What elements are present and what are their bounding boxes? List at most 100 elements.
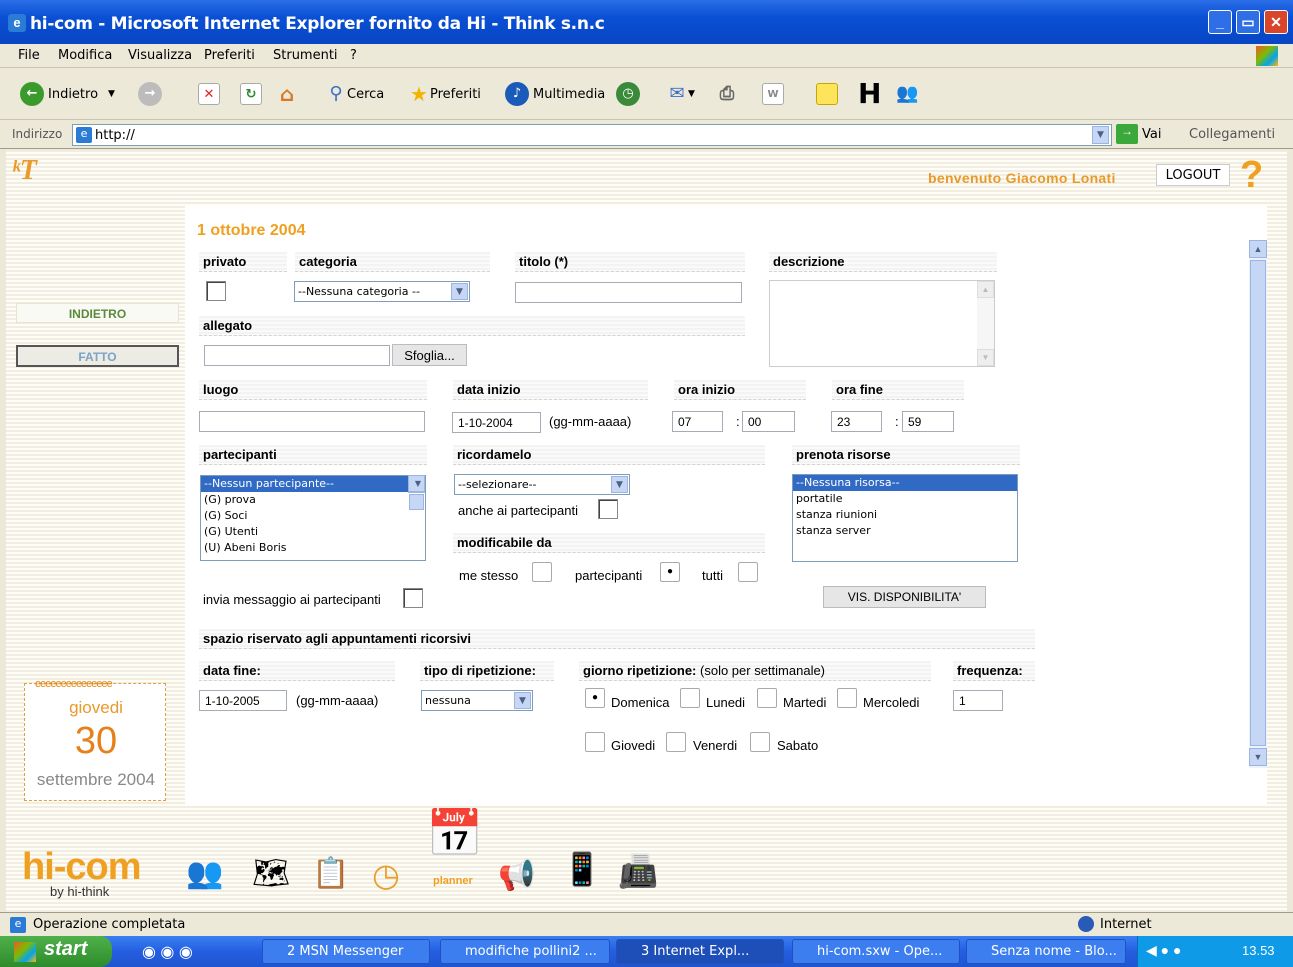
- planner-calendar-icon[interactable]: 📅: [426, 806, 488, 862]
- map-icon[interactable]: 🗺: [252, 856, 296, 896]
- search-button[interactable]: ⚲ Cerca: [325, 82, 384, 106]
- day-wednesday-radio[interactable]: [837, 688, 857, 708]
- maximize-button[interactable]: ▭: [1236, 10, 1260, 34]
- fax-icon[interactable]: 📠: [618, 852, 662, 896]
- home-button[interactable]: ⌂: [276, 82, 298, 106]
- go-arrow-icon[interactable]: →: [1116, 124, 1138, 144]
- go-label[interactable]: Vai: [1142, 127, 1161, 142]
- title-input[interactable]: [515, 282, 742, 303]
- private-checkbox[interactable]: [206, 281, 226, 301]
- attachment-input[interactable]: [204, 345, 390, 366]
- end-hour-input[interactable]: 23: [831, 411, 882, 432]
- address-dropdown-icon[interactable]: ▼: [1092, 126, 1109, 144]
- back-button[interactable]: ← Indietro ▼: [20, 82, 115, 106]
- media-button[interactable]: ♪ Multimedia: [505, 82, 605, 106]
- frequency-input[interactable]: 1: [953, 690, 1003, 711]
- megaphone-icon[interactable]: 📢: [498, 858, 542, 898]
- ie-icon: e: [8, 14, 26, 32]
- clock-icon[interactable]: ◷: [372, 856, 412, 896]
- list-item[interactable]: (G) prova: [201, 492, 425, 508]
- help-icon[interactable]: ?: [1240, 154, 1263, 197]
- minimize-button[interactable]: _: [1208, 10, 1232, 34]
- task-openoffice[interactable]: hi-com.sxw - Ope...: [792, 939, 960, 964]
- day-saturday-radio[interactable]: [750, 732, 770, 752]
- done-button[interactable]: FATTO: [16, 345, 179, 367]
- browse-button[interactable]: Sfoglia...: [392, 344, 467, 366]
- availability-button[interactable]: VIS. DISPONIBILITA': [823, 586, 986, 608]
- editable-self-radio[interactable]: [532, 562, 552, 582]
- day-tuesday-radio[interactable]: [757, 688, 777, 708]
- history-button[interactable]: ◷: [616, 82, 644, 106]
- place-input[interactable]: [199, 411, 425, 432]
- description-textarea[interactable]: ▲ ▼: [769, 280, 995, 367]
- scroll-thumb[interactable]: [409, 494, 424, 510]
- task-notepad[interactable]: Senza nome - Blo...: [966, 939, 1126, 964]
- menu-tools[interactable]: Strumenti: [273, 48, 338, 63]
- day-sunday-radio[interactable]: ●: [585, 688, 605, 708]
- favorites-button[interactable]: ★ Preferiti: [408, 82, 481, 106]
- mobile-phone-icon[interactable]: 📱: [562, 850, 602, 896]
- editable-participants-radio[interactable]: ●: [660, 562, 680, 582]
- category-select[interactable]: --Nessuna categoria -- ▼: [294, 281, 470, 302]
- private-label: privato: [199, 252, 287, 272]
- list-item[interactable]: --Nessuna risorsa--: [793, 475, 1017, 491]
- forward-button[interactable]: →: [138, 82, 166, 106]
- scroll-thumb[interactable]: [1250, 260, 1266, 746]
- messenger-button[interactable]: 👥: [896, 82, 918, 106]
- scroll-down-icon[interactable]: ▼: [1249, 748, 1267, 766]
- mail-button[interactable]: ✉ ▼: [666, 82, 694, 106]
- print-button[interactable]: ⎙: [716, 82, 738, 106]
- day-monday-radio[interactable]: [680, 688, 700, 708]
- list-item[interactable]: (G) Soci: [201, 508, 425, 524]
- list-item[interactable]: (U) Abeni Boris: [201, 540, 425, 556]
- logout-button[interactable]: LOGOUT: [1156, 164, 1230, 186]
- participants-list[interactable]: --Nessun partecipante-- (G) prova (G) So…: [200, 475, 426, 561]
- list-item[interactable]: (G) Utenti: [201, 524, 425, 540]
- address-input[interactable]: e http:// ▼: [72, 124, 1112, 146]
- list-item[interactable]: portatile: [793, 491, 1017, 507]
- close-button[interactable]: ✕: [1264, 10, 1288, 34]
- h-button[interactable]: H: [858, 80, 881, 108]
- links-label[interactable]: Collegamenti: [1189, 127, 1275, 142]
- contacts-icon[interactable]: 👥: [186, 856, 230, 896]
- scroll-down-icon[interactable]: ▼: [408, 475, 425, 492]
- task-mail[interactable]: modifiche pollini2 ...: [440, 939, 610, 964]
- resources-list[interactable]: --Nessuna risorsa-- portatile stanza riu…: [792, 474, 1018, 562]
- repeat-type-select[interactable]: nessuna ▼: [421, 690, 533, 711]
- menu-file[interactable]: File: [18, 48, 40, 63]
- remind-select[interactable]: --selezionare-- ▼: [454, 474, 630, 495]
- remind-participants-checkbox[interactable]: [598, 499, 618, 519]
- editable-all-radio[interactable]: [738, 562, 758, 582]
- start-button[interactable]: start: [0, 936, 112, 967]
- start-date-input[interactable]: 1-10-2004: [452, 412, 541, 433]
- content-scrollbar[interactable]: ▲ ▼: [1249, 240, 1267, 768]
- refresh-button[interactable]: ↻: [240, 82, 262, 106]
- task-ie[interactable]: 3 Internet Expl...: [616, 939, 784, 964]
- task-msn[interactable]: 2 MSN Messenger: [262, 939, 430, 964]
- editable-all-label: tutti: [702, 568, 723, 583]
- quicklaunch-icons[interactable]: ◉ ◉ ◉: [142, 942, 193, 962]
- list-item[interactable]: stanza server: [793, 523, 1017, 539]
- scroll-up-icon[interactable]: ▲: [1249, 240, 1267, 258]
- planner-label[interactable]: planner: [433, 875, 473, 887]
- day-thursday-radio[interactable]: [585, 732, 605, 752]
- list-item[interactable]: --Nessun partecipante--: [201, 476, 425, 492]
- list-item[interactable]: stanza riunioni: [793, 507, 1017, 523]
- menu-favorites[interactable]: Preferiti: [204, 48, 255, 63]
- edit-button[interactable]: W: [762, 82, 784, 106]
- menu-help[interactable]: ?: [350, 48, 357, 63]
- menu-edit[interactable]: Modifica: [58, 48, 112, 63]
- start-hour-input[interactable]: 07: [672, 411, 723, 432]
- stop-button[interactable]: ✕: [198, 82, 220, 106]
- end-date-input[interactable]: 1-10-2005: [199, 690, 287, 711]
- notes-button[interactable]: [816, 82, 838, 106]
- menu-view[interactable]: Visualizza: [128, 48, 192, 63]
- page-icon: e: [10, 917, 26, 933]
- back-link[interactable]: INDIETRO: [16, 303, 179, 323]
- day-friday-radio[interactable]: [666, 732, 686, 752]
- send-message-checkbox[interactable]: [403, 588, 423, 608]
- start-minute-input[interactable]: 00: [742, 411, 795, 432]
- tray-icons[interactable]: ◀ ● ●: [1146, 942, 1181, 959]
- clipboard-icon[interactable]: 📋: [312, 856, 352, 896]
- end-minute-input[interactable]: 59: [902, 411, 954, 432]
